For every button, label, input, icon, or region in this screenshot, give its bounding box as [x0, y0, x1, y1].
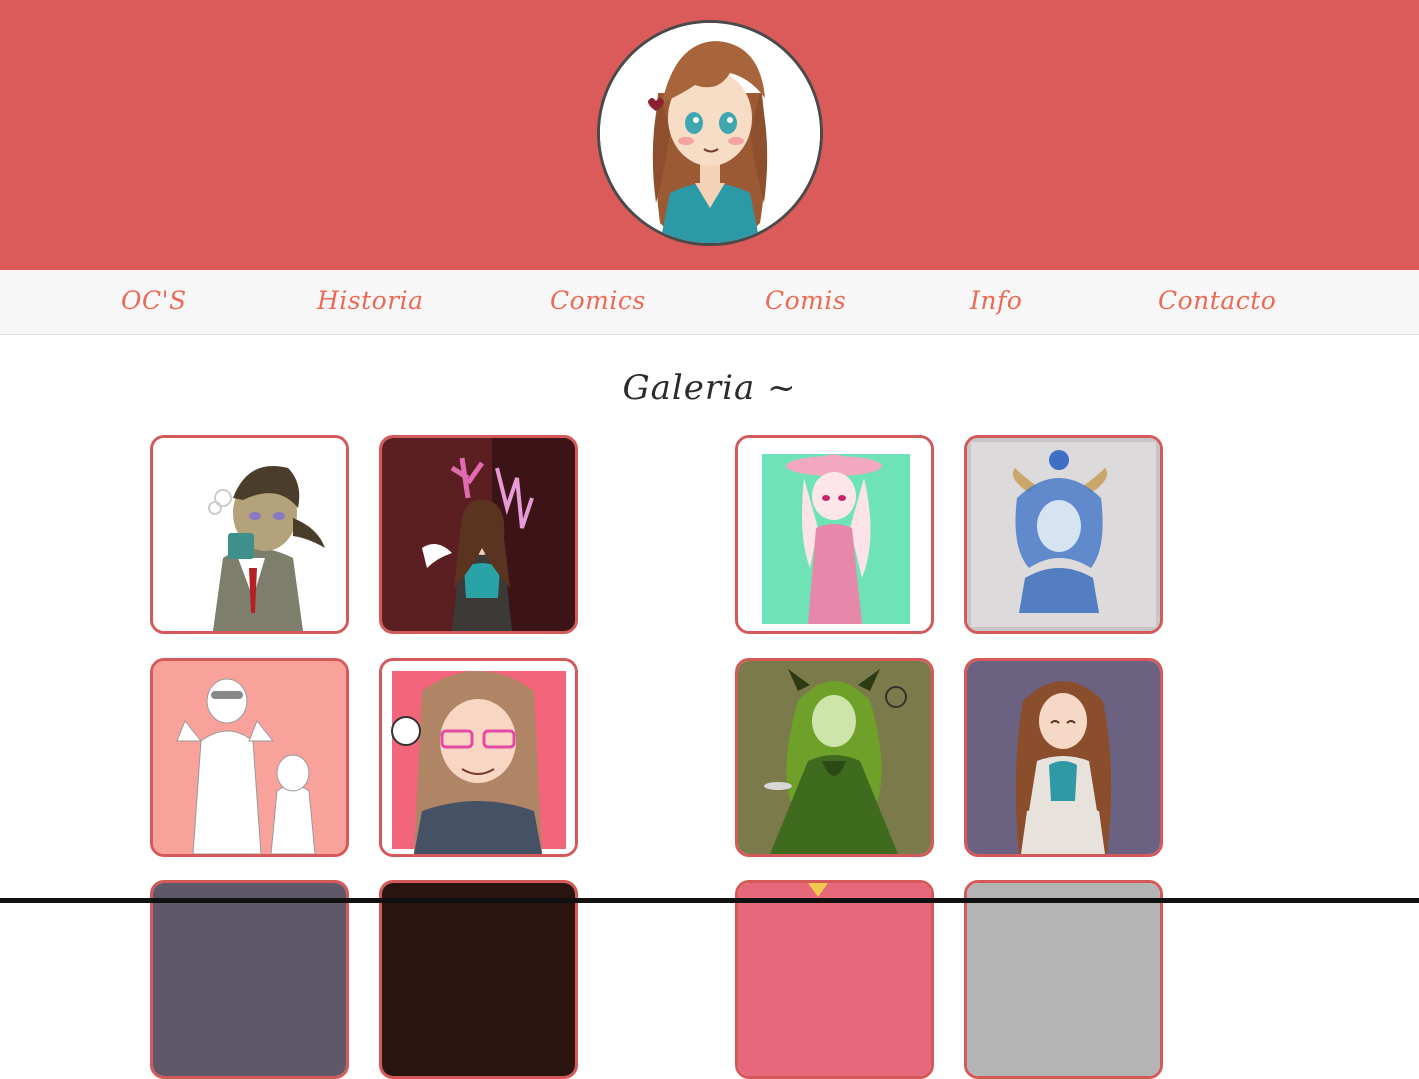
- thumb-illustration: [738, 438, 931, 631]
- gallery-image-watercolor-character[interactable]: [964, 435, 1163, 634]
- thumb-illustration: [738, 883, 931, 1076]
- gallery-image-crystal-character[interactable]: [379, 435, 578, 634]
- gallery-image-glasses-character[interactable]: [379, 658, 578, 857]
- thumb-illustration: [967, 883, 1160, 1076]
- gallery-image-green-dress-character[interactable]: [735, 658, 934, 857]
- header-banner: [0, 0, 1419, 270]
- thumb-illustration: [382, 883, 575, 1076]
- nav-item-comis[interactable]: Comis: [765, 286, 846, 315]
- gallery-image-sitting-character[interactable]: [964, 658, 1163, 857]
- gallery-image-row3-3[interactable]: [735, 880, 934, 1079]
- nav-item-contacto[interactable]: Contacto: [1158, 286, 1276, 315]
- nav-item-ocs[interactable]: OC'S: [121, 286, 187, 315]
- nav-item-comics[interactable]: Comics: [550, 286, 646, 315]
- gallery-image-pink-hat-character[interactable]: [735, 435, 934, 634]
- gallery-title: Galeria ~: [622, 368, 797, 408]
- main-nav: OC'S Historia Comics Comis Info Contacto: [0, 270, 1419, 335]
- thumb-illustration: [738, 661, 931, 854]
- thumb-illustration: [382, 661, 575, 854]
- gallery-image-row3-4[interactable]: [964, 880, 1163, 1079]
- thumb-illustration: [153, 438, 346, 631]
- thumb-illustration: [967, 661, 1160, 854]
- gallery-image-row3-2[interactable]: [379, 880, 578, 1079]
- nav-item-info[interactable]: Info: [970, 286, 1022, 315]
- thumb-illustration: [153, 661, 346, 854]
- bottom-edge-bar: [0, 898, 1419, 903]
- gallery-image-sketch-characters[interactable]: [150, 658, 349, 857]
- gallery-image-row3-1[interactable]: [150, 880, 349, 1079]
- avatar-illustration: [600, 23, 820, 243]
- thumb-illustration: [153, 883, 346, 1076]
- profile-avatar: [597, 20, 823, 246]
- thumb-illustration: [382, 438, 575, 631]
- nav-item-historia[interactable]: Historia: [317, 286, 424, 315]
- thumb-illustration: [967, 438, 1160, 631]
- gallery-image-coffee-character[interactable]: [150, 435, 349, 634]
